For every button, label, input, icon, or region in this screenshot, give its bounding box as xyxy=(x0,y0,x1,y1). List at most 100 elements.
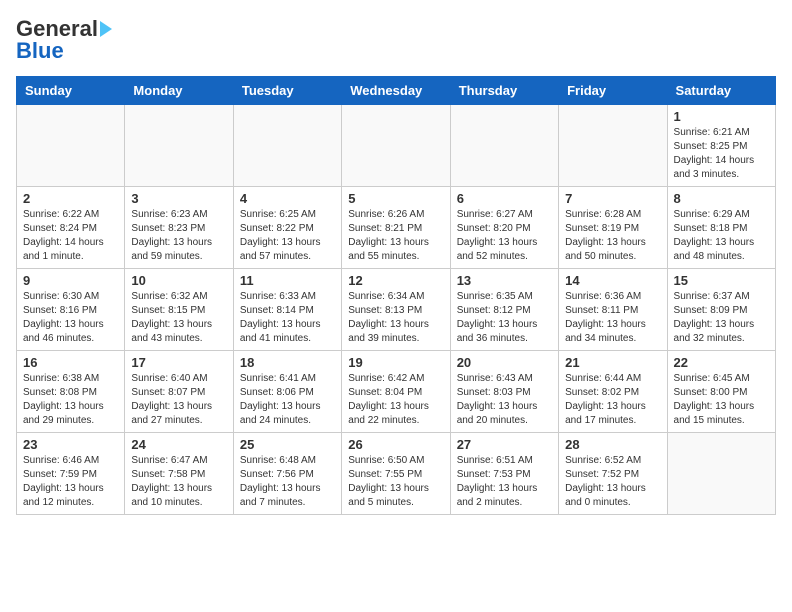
calendar-week-row: 23 Sunrise: 6:46 AM Sunset: 7:59 PM Dayli… xyxy=(17,433,776,515)
calendar-cell: 23 Sunrise: 6:46 AM Sunset: 7:59 PM Dayli… xyxy=(17,433,125,515)
day-number: 1 xyxy=(674,109,769,124)
calendar-cell: 20 Sunrise: 6:43 AM Sunset: 8:03 PM Dayli… xyxy=(450,351,558,433)
day-info: Sunrise: 6:33 AM Sunset: 8:14 PM Dayligh… xyxy=(240,290,335,346)
calendar-cell: 15Sunrise: 6:37 AM Sunset: 8:09 PM Dayli… xyxy=(667,269,775,351)
day-number: 10 xyxy=(131,273,226,288)
calendar-cell: 12Sunrise: 6:34 AM Sunset: 8:13 PM Dayli… xyxy=(342,269,450,351)
day-info: Sunrise: 6:27 AM Sunset: 8:20 PM Dayligh… xyxy=(457,208,552,264)
calendar-cell: 18 Sunrise: 6:41 AM Sunset: 8:06 PM Dayli… xyxy=(233,351,341,433)
day-info: Sunrise: 6:29 AM Sunset: 8:18 PM Dayligh… xyxy=(674,208,769,264)
day-number: 14 xyxy=(565,273,660,288)
calendar-cell: 10 Sunrise: 6:32 AM Sunset: 8:15 PM Dayli… xyxy=(125,269,233,351)
day-number: 25 xyxy=(240,437,335,452)
weekday-header-sunday: Sunday xyxy=(17,77,125,105)
weekday-header-wednesday: Wednesday xyxy=(342,77,450,105)
day-info: Sunrise: 6:43 AM Sunset: 8:03 PM Dayligh… xyxy=(457,372,552,428)
day-info: Sunrise: 6:45 AM Sunset: 8:00 PM Dayligh… xyxy=(674,372,769,428)
calendar-cell: 9Sunrise: 6:30 AM Sunset: 8:16 PM Daylig… xyxy=(17,269,125,351)
day-number: 6 xyxy=(457,191,552,206)
day-info: Sunrise: 6:42 AM Sunset: 8:04 PM Dayligh… xyxy=(348,372,443,428)
logo-blue-text: Blue xyxy=(16,38,64,64)
day-number: 28 xyxy=(565,437,660,452)
day-number: 2 xyxy=(23,191,118,206)
calendar-cell: 5Sunrise: 6:26 AM Sunset: 8:21 PM Daylig… xyxy=(342,187,450,269)
day-info: Sunrise: 6:28 AM Sunset: 8:19 PM Dayligh… xyxy=(565,208,660,264)
calendar-cell: 1 Sunrise: 6:21 AM Sunset: 8:25 PM Daylig… xyxy=(667,105,775,187)
weekday-header-monday: Monday xyxy=(125,77,233,105)
calendar-cell xyxy=(559,105,667,187)
logo: General Blue xyxy=(16,16,112,64)
day-info: Sunrise: 6:21 AM Sunset: 8:25 PM Dayligh… xyxy=(674,126,769,182)
calendar-cell: 14Sunrise: 6:36 AM Sunset: 8:11 PM Dayli… xyxy=(559,269,667,351)
day-info: Sunrise: 6:48 AM Sunset: 7:56 PM Dayligh… xyxy=(240,454,335,510)
day-number: 23 xyxy=(23,437,118,452)
calendar-cell: 24 Sunrise: 6:47 AM Sunset: 7:58 PM Dayli… xyxy=(125,433,233,515)
day-number: 4 xyxy=(240,191,335,206)
calendar-cell xyxy=(233,105,341,187)
day-info: Sunrise: 6:25 AM Sunset: 8:22 PM Dayligh… xyxy=(240,208,335,264)
day-number: 20 xyxy=(457,355,552,370)
day-number: 18 xyxy=(240,355,335,370)
day-info: Sunrise: 6:47 AM Sunset: 7:58 PM Dayligh… xyxy=(131,454,226,510)
day-number: 13 xyxy=(457,273,552,288)
day-number: 24 xyxy=(131,437,226,452)
calendar-cell: 3 Sunrise: 6:23 AM Sunset: 8:23 PM Daylig… xyxy=(125,187,233,269)
calendar-cell: 22 Sunrise: 6:45 AM Sunset: 8:00 PM Dayli… xyxy=(667,351,775,433)
day-number: 22 xyxy=(674,355,769,370)
weekday-header-row: SundayMondayTuesdayWednesdayThursdayFrid… xyxy=(17,77,776,105)
calendar-cell: 4 Sunrise: 6:25 AM Sunset: 8:22 PM Daylig… xyxy=(233,187,341,269)
calendar-cell: 6 Sunrise: 6:27 AM Sunset: 8:20 PM Daylig… xyxy=(450,187,558,269)
day-info: Sunrise: 6:40 AM Sunset: 8:07 PM Dayligh… xyxy=(131,372,226,428)
calendar-cell: 19 Sunrise: 6:42 AM Sunset: 8:04 PM Dayli… xyxy=(342,351,450,433)
calendar-cell xyxy=(342,105,450,187)
day-number: 11 xyxy=(240,273,335,288)
calendar-cell xyxy=(17,105,125,187)
day-number: 3 xyxy=(131,191,226,206)
calendar-table: SundayMondayTuesdayWednesdayThursdayFrid… xyxy=(16,76,776,515)
day-info: Sunrise: 6:52 AM Sunset: 7:52 PM Dayligh… xyxy=(565,454,660,510)
calendar-cell: 26 Sunrise: 6:50 AM Sunset: 7:55 PM Dayli… xyxy=(342,433,450,515)
calendar-week-row: 2 Sunrise: 6:22 AM Sunset: 8:24 PM Daylig… xyxy=(17,187,776,269)
calendar-cell: 21 Sunrise: 6:44 AM Sunset: 8:02 PM Dayli… xyxy=(559,351,667,433)
day-info: Sunrise: 6:46 AM Sunset: 7:59 PM Dayligh… xyxy=(23,454,118,510)
day-info: Sunrise: 6:32 AM Sunset: 8:15 PM Dayligh… xyxy=(131,290,226,346)
calendar-cell: 8 Sunrise: 6:29 AM Sunset: 8:18 PM Daylig… xyxy=(667,187,775,269)
calendar-cell: 25 Sunrise: 6:48 AM Sunset: 7:56 PM Dayli… xyxy=(233,433,341,515)
page-header: General Blue xyxy=(16,16,776,64)
weekday-header-tuesday: Tuesday xyxy=(233,77,341,105)
day-info: Sunrise: 6:23 AM Sunset: 8:23 PM Dayligh… xyxy=(131,208,226,264)
calendar-cell: 2 Sunrise: 6:22 AM Sunset: 8:24 PM Daylig… xyxy=(17,187,125,269)
day-number: 21 xyxy=(565,355,660,370)
day-number: 26 xyxy=(348,437,443,452)
day-info: Sunrise: 6:51 AM Sunset: 7:53 PM Dayligh… xyxy=(457,454,552,510)
calendar-cell: 7 Sunrise: 6:28 AM Sunset: 8:19 PM Daylig… xyxy=(559,187,667,269)
day-number: 27 xyxy=(457,437,552,452)
weekday-header-friday: Friday xyxy=(559,77,667,105)
calendar-cell: 27 Sunrise: 6:51 AM Sunset: 7:53 PM Dayli… xyxy=(450,433,558,515)
day-number: 7 xyxy=(565,191,660,206)
day-info: Sunrise: 6:41 AM Sunset: 8:06 PM Dayligh… xyxy=(240,372,335,428)
day-info: Sunrise: 6:30 AM Sunset: 8:16 PM Dayligh… xyxy=(23,290,118,346)
day-number: 8 xyxy=(674,191,769,206)
calendar-week-row: 16 Sunrise: 6:38 AM Sunset: 8:08 PM Dayli… xyxy=(17,351,776,433)
day-number: 19 xyxy=(348,355,443,370)
weekday-header-saturday: Saturday xyxy=(667,77,775,105)
day-info: Sunrise: 6:44 AM Sunset: 8:02 PM Dayligh… xyxy=(565,372,660,428)
day-info: Sunrise: 6:38 AM Sunset: 8:08 PM Dayligh… xyxy=(23,372,118,428)
day-info: Sunrise: 6:35 AM Sunset: 8:12 PM Dayligh… xyxy=(457,290,552,346)
day-info: Sunrise: 6:26 AM Sunset: 8:21 PM Dayligh… xyxy=(348,208,443,264)
calendar-week-row: 1 Sunrise: 6:21 AM Sunset: 8:25 PM Daylig… xyxy=(17,105,776,187)
day-info: Sunrise: 6:50 AM Sunset: 7:55 PM Dayligh… xyxy=(348,454,443,510)
day-number: 17 xyxy=(131,355,226,370)
calendar-cell xyxy=(667,433,775,515)
logo-arrow-icon xyxy=(100,21,112,37)
weekday-header-thursday: Thursday xyxy=(450,77,558,105)
day-info: Sunrise: 6:37 AM Sunset: 8:09 PM Dayligh… xyxy=(674,290,769,346)
day-number: 16 xyxy=(23,355,118,370)
day-info: Sunrise: 6:34 AM Sunset: 8:13 PM Dayligh… xyxy=(348,290,443,346)
calendar-cell: 28 Sunrise: 6:52 AM Sunset: 7:52 PM Dayli… xyxy=(559,433,667,515)
calendar-cell xyxy=(450,105,558,187)
calendar-cell: 11 Sunrise: 6:33 AM Sunset: 8:14 PM Dayli… xyxy=(233,269,341,351)
calendar-cell xyxy=(125,105,233,187)
day-info: Sunrise: 6:22 AM Sunset: 8:24 PM Dayligh… xyxy=(23,208,118,264)
